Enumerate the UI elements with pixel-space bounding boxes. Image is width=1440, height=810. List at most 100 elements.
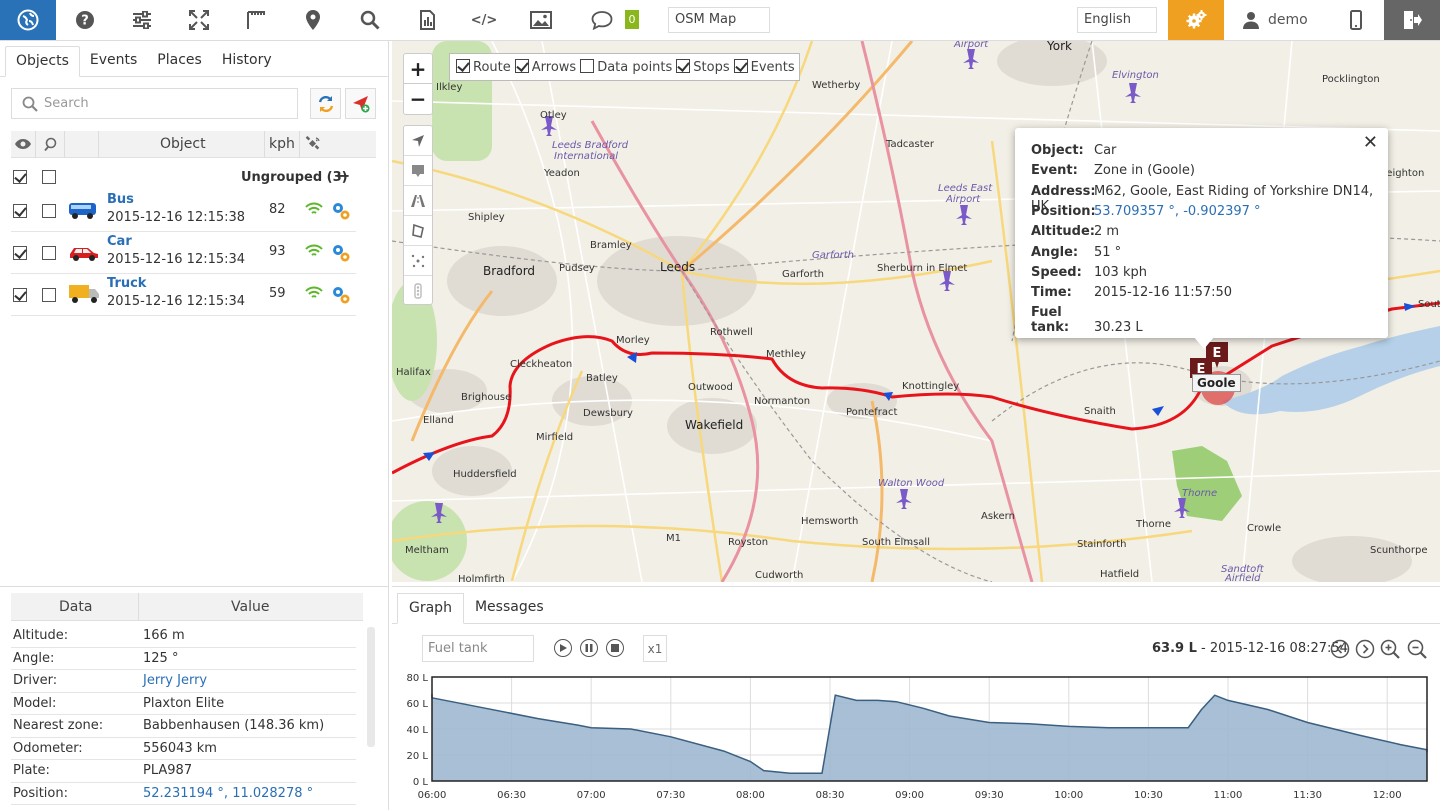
group-visible-checkbox[interactable] bbox=[13, 170, 27, 184]
layer-data-points[interactable]: Data points bbox=[578, 59, 672, 75]
tab-places[interactable]: Places bbox=[147, 46, 212, 77]
object-visible-checkbox[interactable] bbox=[13, 204, 27, 218]
playback-speed-select[interactable]: x1 bbox=[643, 635, 667, 662]
add-object-button[interactable] bbox=[345, 88, 376, 119]
graph-next-button[interactable] bbox=[1355, 639, 1375, 659]
group-follow-checkbox[interactable] bbox=[42, 170, 56, 184]
zoom-out-button[interactable]: − bbox=[404, 84, 432, 114]
popup-row: Object: Car bbox=[1031, 143, 1116, 158]
search-input[interactable]: Search bbox=[11, 88, 298, 119]
object-name[interactable]: Bus bbox=[107, 192, 134, 207]
locate-arrow-icon[interactable] bbox=[404, 126, 432, 156]
polygon-tool-icon[interactable] bbox=[404, 216, 432, 246]
popup-value[interactable]: 53.709357 °, -0.902397 ° bbox=[1094, 204, 1261, 219]
header-data: Data bbox=[59, 599, 93, 615]
object-row-car[interactable]: Car 2015-12-16 12:15:34 93 bbox=[11, 232, 356, 274]
help-icon[interactable]: ? bbox=[57, 0, 113, 40]
map-place-label: Stainforth bbox=[1077, 539, 1127, 550]
cluster-icon[interactable] bbox=[404, 246, 432, 276]
tab-messages[interactable]: Messages bbox=[464, 593, 555, 624]
logout-icon[interactable] bbox=[1384, 0, 1440, 40]
graph-prev-button[interactable] bbox=[1330, 639, 1350, 659]
play-button[interactable] bbox=[554, 639, 572, 657]
mobile-icon[interactable] bbox=[1330, 0, 1382, 40]
layer-stops[interactable]: Stops bbox=[674, 59, 730, 75]
object-settings-icon[interactable] bbox=[331, 243, 351, 263]
fullscreen-icon[interactable] bbox=[171, 0, 227, 40]
zoom-control: + − bbox=[403, 53, 433, 115]
tab-objects[interactable]: Objects bbox=[5, 46, 80, 77]
object-follow-checkbox[interactable] bbox=[42, 246, 56, 260]
object-name[interactable]: Truck bbox=[107, 276, 146, 291]
object-speed: 93 bbox=[269, 244, 286, 259]
object-visible-checkbox[interactable] bbox=[13, 246, 27, 260]
layer-events[interactable]: Events bbox=[732, 59, 795, 75]
map-place-label: Meltham bbox=[405, 545, 449, 556]
marker-tool-icon[interactable] bbox=[404, 156, 432, 186]
search-icon[interactable] bbox=[342, 0, 398, 40]
map-place-label: Ilkley bbox=[436, 82, 463, 93]
data-row: Odometer: 556043 km bbox=[11, 738, 356, 760]
chart-x-tick-label: 12:00 bbox=[1373, 790, 1402, 801]
object-settings-icon[interactable] bbox=[331, 201, 351, 221]
chat-icon[interactable] bbox=[580, 0, 624, 40]
tab-graph[interactable]: Graph bbox=[397, 593, 464, 624]
object-follow-checkbox[interactable] bbox=[42, 204, 56, 218]
user-menu[interactable]: demo bbox=[1230, 0, 1330, 40]
map-type-select[interactable]: OSM Map bbox=[668, 7, 770, 33]
data-scrollbar[interactable] bbox=[367, 627, 375, 747]
data-row: Model: Plaxton Elite bbox=[11, 693, 356, 715]
image-icon[interactable] bbox=[513, 0, 569, 40]
object-visible-checkbox[interactable] bbox=[13, 288, 27, 302]
eye-icon[interactable] bbox=[14, 138, 32, 150]
graph-zoom-in-button[interactable] bbox=[1380, 639, 1400, 659]
popup-key: Time: bbox=[1031, 285, 1072, 301]
object-name[interactable]: Car bbox=[107, 234, 132, 249]
data-value[interactable]: Jerry Jerry bbox=[143, 673, 207, 688]
layer-stops-checkbox[interactable] bbox=[676, 59, 691, 73]
popup-value: 51 ° bbox=[1094, 244, 1122, 260]
report-icon[interactable] bbox=[399, 0, 455, 40]
layer-data-points-checkbox[interactable] bbox=[580, 59, 595, 73]
traffic-light-icon[interactable] bbox=[404, 276, 432, 306]
map-place-label: Huddersfield bbox=[453, 469, 517, 480]
pause-button[interactable] bbox=[580, 639, 598, 657]
fuel-chart[interactable]: 0 L 20 L 40 L 60 L 80 L 06:00 06:30 07:00 07:30 0… bbox=[392, 669, 1440, 810]
globe-icon[interactable] bbox=[0, 0, 56, 40]
settings-gear-icon[interactable] bbox=[1168, 0, 1224, 40]
graph-zoom-out-button[interactable] bbox=[1407, 639, 1427, 659]
zoom-in-button[interactable]: + bbox=[404, 54, 432, 84]
stop-button[interactable] bbox=[606, 639, 624, 657]
object-settings-icon[interactable] bbox=[331, 285, 351, 305]
road-icon[interactable] bbox=[404, 186, 432, 216]
map-place-label: Airfield bbox=[1225, 573, 1261, 582]
language-select[interactable]: English bbox=[1077, 7, 1157, 33]
locate-icon[interactable] bbox=[44, 137, 58, 151]
map-place-label: Snaith bbox=[1084, 406, 1116, 417]
group-collapse-button[interactable]: − bbox=[337, 166, 350, 185]
tab-events[interactable]: Events bbox=[80, 46, 147, 77]
layer-events-checkbox[interactable] bbox=[733, 59, 748, 73]
layer-route-checkbox[interactable] bbox=[456, 59, 470, 73]
code-icon[interactable]: </> bbox=[456, 0, 512, 40]
tab-history[interactable]: History bbox=[212, 46, 282, 77]
data-value[interactable]: 52.231194 °, 11.028278 ° bbox=[143, 786, 313, 801]
object-row-truck[interactable]: Truck 2015-12-16 12:15:34 59 bbox=[11, 274, 356, 316]
sensor-select[interactable]: Fuel tank bbox=[422, 635, 534, 662]
popup-close-button[interactable]: ✕ bbox=[1363, 132, 1378, 153]
objects-table-header: Object kph bbox=[11, 131, 376, 158]
sliders-icon[interactable] bbox=[114, 0, 170, 40]
stop-icon bbox=[611, 644, 619, 652]
layer-arrows[interactable]: Arrows bbox=[513, 59, 576, 75]
object-follow-checkbox[interactable] bbox=[42, 288, 56, 302]
popup-key: Object: bbox=[1031, 143, 1084, 158]
zone-label-goole[interactable]: Goole bbox=[1192, 374, 1241, 392]
ruler-icon[interactable] bbox=[228, 0, 284, 40]
map-view[interactable]: York Airport Elvington Pocklington Ilkley Wet… bbox=[392, 41, 1440, 582]
chart-y-tick-label: 40 L bbox=[407, 725, 429, 736]
map-pin-icon[interactable] bbox=[285, 0, 341, 40]
object-row-bus[interactable]: Bus 2015-12-16 12:15:38 82 bbox=[11, 190, 356, 232]
layer-route[interactable]: Route bbox=[454, 59, 511, 75]
layer-arrows-checkbox[interactable] bbox=[514, 59, 529, 73]
refresh-button[interactable] bbox=[310, 88, 341, 119]
